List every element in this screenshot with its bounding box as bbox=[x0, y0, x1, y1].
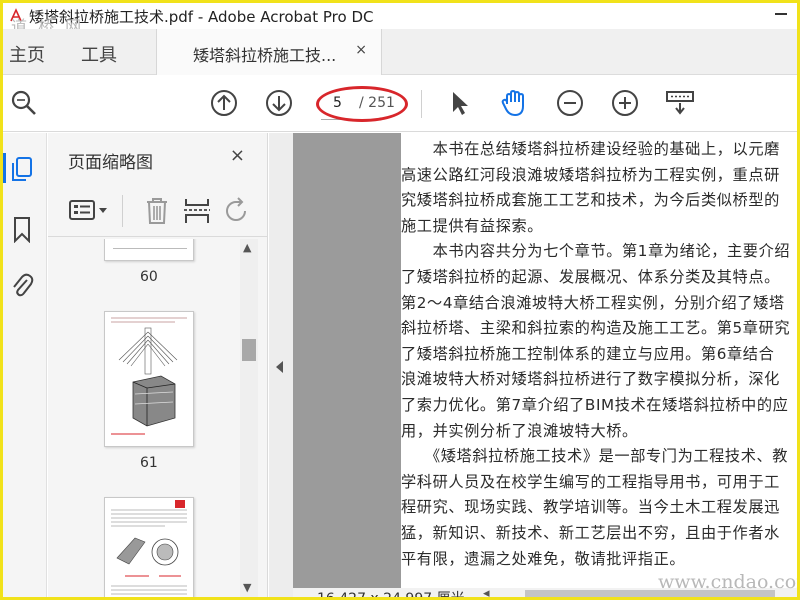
hand-icon[interactable] bbox=[499, 88, 529, 118]
panel-title: 页面缩略图 bbox=[68, 153, 153, 173]
zoom-out-icon[interactable] bbox=[555, 88, 585, 118]
document-text-line: 猛，新知识、新技术、新工艺层出不穷，且由于作者水 bbox=[401, 524, 780, 542]
panel-toolbar bbox=[48, 189, 268, 237]
document-text-line: 了矮塔斜拉桥施工控制体系的建立与应用。第6章结合 bbox=[401, 344, 775, 363]
select-arrow-icon[interactable] bbox=[445, 88, 475, 118]
scrollbar-thumb[interactable] bbox=[242, 339, 256, 361]
thumbnail-figure-section bbox=[111, 500, 187, 595]
document-text-line: 斜拉桥塔、主梁和斜拉索的构造及施工工艺。第5章研究 bbox=[401, 319, 791, 338]
toolbar: 5 / 251 bbox=[3, 76, 797, 132]
document-text-line: 学科研人员及在校学生编写的工程指导用书，可用于工 bbox=[401, 472, 780, 491]
document-text-line: 用，并实例分析了浪滩坡特大桥。 bbox=[401, 421, 638, 440]
thumbnail-figure-tower bbox=[111, 317, 187, 435]
bookmark-icon[interactable] bbox=[9, 215, 35, 244]
left-rail bbox=[3, 133, 47, 597]
prev-page-icon[interactable] bbox=[209, 88, 239, 118]
toolbar-divider bbox=[421, 90, 422, 118]
thumbnail-scrollbar[interactable]: ▲ ▼ bbox=[240, 239, 258, 597]
thumbnail-page-60[interactable] bbox=[104, 239, 194, 261]
thumbnail-label-60: 60 bbox=[140, 269, 158, 285]
search-icon[interactable] bbox=[9, 88, 39, 118]
scroll-up-arrow-icon[interactable]: ▲ bbox=[243, 241, 251, 254]
delete-page-icon[interactable] bbox=[140, 195, 174, 227]
collapse-panel-arrow-icon[interactable] bbox=[276, 361, 283, 373]
thumbnail-label-61: 61 bbox=[140, 455, 158, 471]
document-text-line: 高速公路红河段浪滩坡矮塔斜拉桥为工程实例，重点研 bbox=[401, 165, 780, 184]
rotate-page-icon[interactable] bbox=[220, 195, 254, 227]
title-bar: 矮塔斜拉桥施工技术.pdf - Adobe Acrobat Pro DC bbox=[3, 3, 797, 29]
scroll-mode-icon[interactable] bbox=[665, 88, 695, 118]
window-frame: 矮塔斜拉桥施工技术.pdf - Adobe Acrobat Pro DC 道 桥… bbox=[0, 0, 800, 600]
document-text-line: 平有限，遗漏之处难免，敬请批评指正。 bbox=[401, 549, 686, 568]
document-text-line: 究矮塔斜拉桥成套施工工艺和技术，为今后类似桥型的 bbox=[401, 191, 780, 210]
document-view[interactable]: 本书在总结矮塔斜拉桥建设经验的基础上，以元磨 高速公路红河段浪滩坡矮塔斜拉桥为工程… bbox=[293, 133, 797, 588]
document-text-line: 施工提供有益探索。 bbox=[401, 216, 544, 235]
attachment-icon[interactable] bbox=[9, 271, 35, 299]
document-tab-label: 矮塔斜拉桥施工技... bbox=[193, 46, 337, 65]
thumbnails-panel: 页面缩略图 × 60 61 ▲ ▼ bbox=[48, 133, 268, 597]
thumbnail-list: 60 61 bbox=[48, 239, 248, 597]
scroll-left-arrow-icon[interactable]: ◂ bbox=[483, 588, 490, 597]
tab-bar: 主页 工具 矮塔斜拉桥施工技... × bbox=[3, 29, 797, 75]
highlight-ellipse bbox=[316, 86, 408, 122]
close-tab-button[interactable]: × bbox=[355, 42, 367, 58]
zoom-in-icon[interactable] bbox=[610, 88, 640, 118]
document-text-line: 了矮塔斜拉桥的起源、发展概况、体系分类及其特点。 bbox=[401, 268, 780, 286]
watermark-bottom: www.cndao.com bbox=[658, 571, 800, 593]
tab-tools[interactable]: 工具 bbox=[81, 41, 117, 67]
document-text-line: 本书内容共分为七个章节。第1章为绪论，主要介绍 bbox=[401, 242, 791, 261]
tab-document[interactable]: 矮塔斜拉桥施工技... × bbox=[156, 29, 382, 75]
document-text-line: 本书在总结矮塔斜拉桥建设经验的基础上，以元磨 bbox=[401, 140, 780, 158]
next-page-icon[interactable] bbox=[264, 88, 294, 118]
page-size-readout: 16.427 x 24.997 厘米 bbox=[317, 591, 465, 600]
document-text-line: 浪滩坡特大桥对矮塔斜拉桥进行了数字模拟分析，深化 bbox=[401, 370, 780, 389]
minimize-button[interactable] bbox=[775, 13, 787, 15]
document-text-line: 第2～4章结合浪滩坡特大桥工程实例，分别介绍了矮塔 bbox=[401, 293, 785, 312]
insert-page-icon[interactable] bbox=[180, 195, 214, 227]
thumbnail-page-62[interactable] bbox=[104, 497, 194, 597]
document-text-line: 程研究、现场实践、教学培训等。当今土木工程发展迅 bbox=[401, 498, 780, 517]
panel-splitter[interactable] bbox=[269, 133, 293, 597]
page-thumbnails-icon[interactable] bbox=[9, 155, 35, 183]
close-panel-button[interactable]: × bbox=[230, 145, 245, 166]
panel-toolbar-divider bbox=[122, 195, 123, 227]
document-text-line: 《矮塔斜拉桥施工技术》是一部专门为工程技术、教 bbox=[401, 447, 789, 466]
tab-home[interactable]: 主页 bbox=[9, 41, 45, 67]
document-page: 本书在总结矮塔斜拉桥建设经验的基础上，以元磨 高速公路红河段浪滩坡矮塔斜拉桥为工程… bbox=[401, 133, 797, 588]
rail-active-indicator bbox=[3, 153, 6, 183]
scroll-down-arrow-icon[interactable]: ▼ bbox=[243, 581, 251, 594]
thumbnail-page-61[interactable] bbox=[104, 311, 194, 447]
thumbnail-options-icon[interactable] bbox=[68, 195, 107, 227]
document-text-line: 了索力优化。第7章介绍了BIM技术在矮塔斜拉桥中的应 bbox=[401, 396, 789, 414]
